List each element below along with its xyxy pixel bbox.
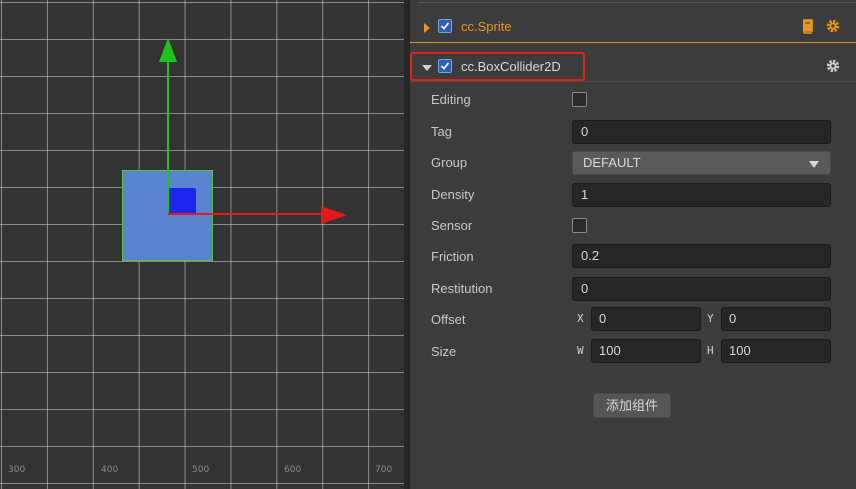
sensor-label: Sensor: [431, 218, 473, 233]
density-input[interactable]: 1: [572, 183, 831, 207]
size-height-input[interactable]: 100: [721, 339, 831, 363]
friction-input[interactable]: 0.2: [572, 244, 831, 268]
offset-x-label: X: [577, 312, 584, 325]
dropdown-caret-icon: [809, 161, 819, 168]
sprite-enabled-checkbox[interactable]: [438, 19, 452, 33]
offset-y-label: Y: [707, 312, 714, 325]
move-gizmo[interactable]: [0, 0, 404, 489]
scene-view[interactable]: 300 400 500 600 700: [0, 0, 404, 489]
prop-row-sensor: Sensor: [410, 213, 856, 241]
group-select[interactable]: DEFAULT: [572, 151, 831, 175]
sprite-component-title: cc.Sprite: [461, 19, 512, 34]
prop-row-friction: Friction 0.2: [410, 244, 856, 272]
editing-checkbox[interactable]: [572, 92, 587, 107]
offset-y-input[interactable]: 0: [721, 307, 831, 331]
restitution-label: Restitution: [431, 281, 493, 296]
x-axis-arrow-icon: [321, 206, 347, 224]
restitution-input[interactable]: 0: [572, 277, 831, 301]
collapsed-arrow-icon[interactable]: [424, 23, 430, 33]
size-w-label: W: [577, 344, 584, 357]
tag-label: Tag: [431, 124, 452, 139]
prop-row-size: Size W 100 H 100: [410, 339, 856, 367]
book-icon[interactable]: [801, 19, 814, 34]
prop-row-restitution: Restitution 0: [410, 276, 856, 304]
highlight-box: [410, 52, 585, 81]
inspector-panel: cc.Sprite cc.BoxCollider2D Editing Tag 0…: [410, 0, 856, 489]
group-label: Group: [431, 155, 468, 170]
editing-label: Editing: [431, 92, 471, 107]
divider-line: [418, 2, 856, 3]
tag-input[interactable]: 0: [572, 120, 831, 144]
prop-row-offset: Offset X 0 Y 0: [410, 307, 856, 335]
density-label: Density: [431, 187, 475, 202]
group-selected-value: DEFAULT: [583, 155, 641, 170]
size-h-label: H: [707, 344, 714, 357]
prop-row-density: Density 1: [410, 182, 856, 210]
size-label: Size: [431, 344, 457, 359]
prop-row-editing: Editing: [410, 87, 856, 115]
sensor-checkbox[interactable]: [572, 218, 587, 233]
add-component-button[interactable]: 添加组件: [593, 393, 671, 418]
offset-x-input[interactable]: 0: [591, 307, 701, 331]
y-axis-arrow-icon: [159, 38, 177, 62]
offset-label: Offset: [431, 312, 466, 327]
prop-row-group: Group DEFAULT: [410, 150, 856, 178]
gear-icon[interactable]: [826, 19, 840, 33]
prop-row-tag: Tag 0: [410, 119, 856, 147]
sprite-component-header[interactable]: cc.Sprite: [410, 10, 856, 43]
size-width-input[interactable]: 100: [591, 339, 701, 363]
friction-label: Friction: [431, 249, 474, 264]
gear-icon[interactable]: [826, 59, 840, 73]
